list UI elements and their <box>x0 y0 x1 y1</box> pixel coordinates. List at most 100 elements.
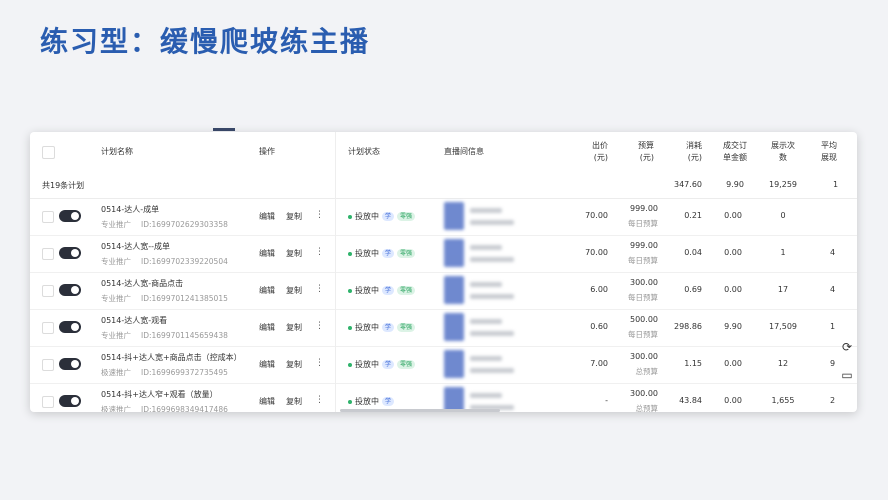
plan-name[interactable]: 0514-抖+达人窄+观看（放量） <box>101 389 218 400</box>
budget-type: 总预算 <box>635 367 659 376</box>
plan-status: 投放中学零强 <box>348 285 416 296</box>
status-dot-icon <box>348 325 352 330</box>
budget-value: 300.00 <box>630 278 658 287</box>
more-icon[interactable]: ⋮ <box>315 395 324 405</box>
cost-value: 0.69 <box>684 285 702 294</box>
copy-button[interactable]: 复制 <box>286 396 302 407</box>
status-badge: 学 <box>382 212 395 221</box>
live-thumbnail <box>444 202 464 230</box>
status-dot-icon <box>348 399 352 404</box>
col-bid[interactable]: 出价 (元) <box>578 140 608 164</box>
cost-value: 43.84 <box>679 396 702 405</box>
more-icon[interactable]: ⋮ <box>315 284 324 294</box>
col-show-count[interactable]: 展示次数 <box>768 140 798 164</box>
edit-button[interactable]: 编辑 <box>259 359 275 370</box>
budget-value: 999.00 <box>630 204 658 213</box>
budget-value: 500.00 <box>630 315 658 324</box>
col-budget[interactable]: 预算 (元) <box>624 140 654 164</box>
plan-name[interactable]: 0514-达人宽-观看 <box>101 315 167 326</box>
status-badge: 零强 <box>397 323 416 332</box>
bid-value: 0.60 <box>590 322 608 331</box>
show-value: 17 <box>777 285 789 294</box>
live-info-blurred <box>470 208 502 213</box>
plan-type: 极速推广 ID:1699699372735495 <box>101 368 228 377</box>
table-header: 计划名称 操作 计划状态 直播间信息 出价 (元) 预算 (元) 消耗 (元) 成交订… <box>30 132 857 173</box>
live-info-blurred <box>470 282 502 287</box>
more-icon[interactable]: ⋮ <box>315 210 324 220</box>
budget-value: 999.00 <box>630 241 658 250</box>
edit-button[interactable]: 编辑 <box>259 248 275 259</box>
row-checkbox[interactable] <box>42 211 54 223</box>
copy-button[interactable]: 复制 <box>286 322 302 333</box>
status-badge: 学 <box>382 286 395 295</box>
plan-toggle[interactable] <box>59 321 81 333</box>
table-row: 0514-达人-成单 专业推广 ID:1699702629303358 编辑 复制 ⋮ 投放… <box>30 198 857 236</box>
col-cost[interactable]: 消耗 (元) <box>672 140 702 164</box>
plan-name[interactable]: 0514-达人宽--成单 <box>101 241 170 252</box>
horizontal-scrollbar[interactable] <box>340 409 500 412</box>
more-icon[interactable]: ⋮ <box>315 358 324 368</box>
status-badge: 零强 <box>397 360 416 369</box>
cost-value: 1.15 <box>684 359 702 368</box>
budget-type: 总预算 <box>635 404 659 412</box>
table-row: 0514-抖+达人窄+观看（放量） 极速推广 ID:1699698349417486… <box>30 383 857 412</box>
col-status[interactable]: 计划状态 <box>348 146 380 158</box>
edit-button[interactable]: 编辑 <box>259 211 275 222</box>
live-info-blurred <box>470 220 514 225</box>
status-badge: 学 <box>382 360 395 369</box>
col-deal-amount[interactable]: 成交订 单金额 <box>720 140 750 164</box>
more-icon[interactable]: ⋮ <box>315 321 324 331</box>
row-checkbox[interactable] <box>42 396 54 408</box>
summary-deal: 9.90 <box>726 180 744 189</box>
plan-name[interactable]: 0514-达人-成单 <box>101 204 159 215</box>
budget-type: 每日预算 <box>628 219 658 228</box>
plan-name[interactable]: 0514-抖+达人宽+商品点击（控成本） <box>101 352 242 363</box>
more-icon[interactable]: ⋮ <box>315 247 324 257</box>
status-dot-icon <box>348 362 352 367</box>
budget-type: 每日预算 <box>628 330 658 339</box>
plan-toggle[interactable] <box>59 395 81 407</box>
live-info-blurred <box>470 393 502 398</box>
row-checkbox[interactable] <box>42 322 54 334</box>
live-info-blurred <box>470 294 514 299</box>
row-checkbox[interactable] <box>42 359 54 371</box>
cost-value: 298.86 <box>674 322 702 331</box>
col-plan-name[interactable]: 计划名称 <box>101 146 133 158</box>
plan-table-card: 计划名称 操作 计划状态 直播间信息 出价 (元) 预算 (元) 消耗 (元) 成交订… <box>30 132 857 412</box>
live-info-blurred <box>470 257 514 262</box>
bid-value: - <box>605 396 608 405</box>
edit-button[interactable]: 编辑 <box>259 285 275 296</box>
show-value: 0 <box>780 211 786 220</box>
plan-toggle[interactable] <box>59 358 81 370</box>
deal-value: 0.00 <box>724 359 742 368</box>
avg-value: 4 <box>830 285 836 294</box>
plan-type: 专业推广 ID:1699701145659438 <box>101 331 228 340</box>
table-row: 0514-抖+达人宽+商品点击（控成本） 极速推广 ID:1699699372735… <box>30 346 857 384</box>
copy-button[interactable]: 复制 <box>286 211 302 222</box>
plan-id: ID:1699699372735495 <box>141 368 228 377</box>
slide-title: 练习型：缓慢爬坡练主播 <box>40 25 371 58</box>
message-icon[interactable]: ▭ <box>838 366 856 384</box>
plan-toggle[interactable] <box>59 284 81 296</box>
row-checkbox[interactable] <box>42 285 54 297</box>
bid-value: 70.00 <box>585 211 608 220</box>
plan-toggle[interactable] <box>59 247 81 259</box>
edit-button[interactable]: 编辑 <box>259 322 275 333</box>
refresh-icon[interactable]: ⟳ <box>838 338 856 356</box>
plan-toggle[interactable] <box>59 210 81 222</box>
plan-name[interactable]: 0514-达人宽-商品点击 <box>101 278 183 289</box>
row-checkbox[interactable] <box>42 248 54 260</box>
copy-button[interactable]: 复制 <box>286 248 302 259</box>
live-thumbnail <box>444 350 464 378</box>
deal-value: 9.90 <box>724 322 742 331</box>
select-all-checkbox[interactable] <box>42 146 55 159</box>
copy-button[interactable]: 复制 <box>286 285 302 296</box>
budget-type: 每日预算 <box>628 256 658 265</box>
edit-button[interactable]: 编辑 <box>259 396 275 407</box>
copy-button[interactable]: 复制 <box>286 359 302 370</box>
live-thumbnail <box>444 239 464 267</box>
col-avg[interactable]: 平均 展现 <box>821 140 857 164</box>
bid-value: 70.00 <box>585 248 608 257</box>
plan-id: ID:1699698349417486 <box>141 405 228 412</box>
summary-show: 19,259 <box>769 180 797 189</box>
